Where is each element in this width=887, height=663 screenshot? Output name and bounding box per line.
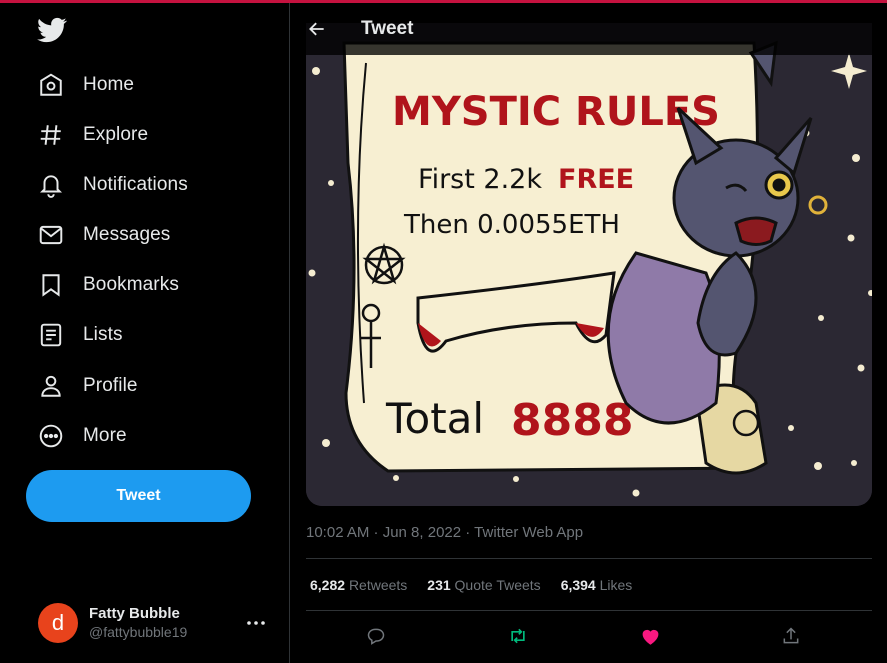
account-switcher[interactable]: d Fatty Bubble @fattybubble19 xyxy=(26,593,276,653)
media-title-text: MYSTIC RULES xyxy=(392,89,720,135)
sidebar-item-profile[interactable]: Profile xyxy=(26,362,266,410)
likes-count: 6,394 xyxy=(560,577,596,593)
sidebar-item-label: Explore xyxy=(83,124,149,145)
sidebar-item-notifications[interactable]: Notifications xyxy=(26,161,266,209)
sidebar-item-explore[interactable]: Explore xyxy=(26,111,266,159)
retweets-count: 6,282 xyxy=(310,577,346,593)
tweet-button[interactable]: Tweet xyxy=(26,470,251,522)
bookmark-icon xyxy=(26,261,76,309)
likes-label: Likes xyxy=(599,577,633,593)
sidebar-item-label: Notifications xyxy=(83,174,188,195)
quote-tweets-stat[interactable]: 231 Quote Tweets xyxy=(427,577,540,593)
sidebar-item-label: More xyxy=(83,425,127,446)
sidebar: Home Explore Notifications Messages Book… xyxy=(0,3,290,663)
tweet-header: Tweet xyxy=(291,3,887,55)
avatar: d xyxy=(38,603,78,643)
envelope-icon xyxy=(26,211,76,259)
account-handle: @fattybubble19 xyxy=(89,624,188,640)
media-total-label: Total xyxy=(385,394,484,443)
media-free-text: FREE xyxy=(558,164,634,195)
bell-icon xyxy=(26,161,76,209)
divider xyxy=(306,558,872,559)
tweet-media-image[interactable]: MYSTIC RULES First 2.2k FREE Then 0.0055… xyxy=(306,23,872,506)
sidebar-item-label: Home xyxy=(83,74,135,95)
divider xyxy=(306,610,872,611)
sidebar-item-label: Bookmarks xyxy=(83,274,179,295)
retweet-icon[interactable] xyxy=(505,623,531,649)
back-arrow-icon[interactable] xyxy=(291,3,343,55)
quote-tweets-count: 231 xyxy=(427,577,451,593)
quote-tweets-label: Quote Tweets xyxy=(454,577,541,593)
likes-stat[interactable]: 6,394 Likes xyxy=(561,577,633,593)
home-icon xyxy=(26,61,76,109)
sidebar-item-lists[interactable]: Lists xyxy=(26,311,266,359)
page-title: Tweet xyxy=(361,18,414,39)
tweet-stats: 6,282 Retweets 231 Quote Tweets 6,394 Li… xyxy=(310,577,632,593)
sidebar-item-label: Lists xyxy=(83,324,123,345)
reply-icon[interactable] xyxy=(363,623,389,649)
sidebar-item-label: Profile xyxy=(83,375,138,396)
hashtag-icon xyxy=(26,111,76,159)
media-line1-text: First 2.2k xyxy=(418,164,542,195)
sidebar-item-more[interactable]: More xyxy=(26,412,266,460)
list-icon xyxy=(26,311,76,359)
media-total-value: 8888 xyxy=(511,395,633,446)
twitter-bird-icon[interactable] xyxy=(36,15,68,45)
more-circle-icon xyxy=(26,412,76,460)
retweets-label: Retweets xyxy=(348,577,408,593)
sidebar-item-label: Messages xyxy=(83,224,171,245)
tweet-timestamp[interactable]: 10:02 AM · Jun 8, 2022 · Twitter Web App xyxy=(306,524,583,541)
more-horizontal-icon[interactable] xyxy=(244,613,268,633)
sidebar-item-home[interactable]: Home xyxy=(26,61,266,109)
sidebar-item-messages[interactable]: Messages xyxy=(26,211,266,259)
sidebar-item-bookmarks[interactable]: Bookmarks xyxy=(26,261,266,309)
media-line2-text: Then 0.0055ETH xyxy=(403,210,620,240)
account-name: Fatty Bubble xyxy=(89,605,180,622)
main-column: Tweet MYSTIC RULES First 2.2k FREE Then … xyxy=(291,3,887,663)
like-heart-icon[interactable] xyxy=(637,623,663,649)
retweets-stat[interactable]: 6,282 Retweets xyxy=(310,577,407,593)
share-icon[interactable] xyxy=(778,623,804,649)
tweet-actions xyxy=(306,615,872,657)
person-icon xyxy=(26,362,76,410)
